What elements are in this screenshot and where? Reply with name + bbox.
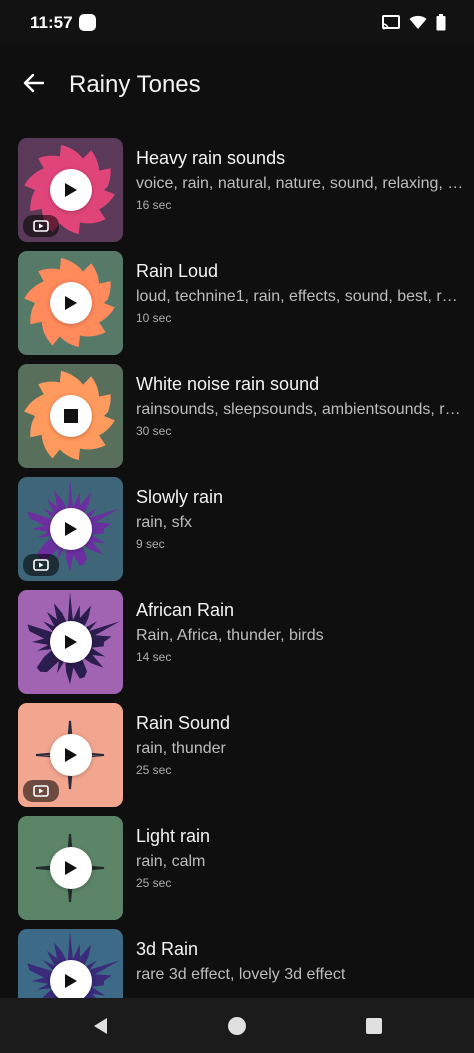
ringtone-tags: rain, sfx (136, 514, 193, 531)
triangle-back-icon (94, 1018, 107, 1034)
video-badge (23, 780, 59, 802)
stop-icon (64, 409, 78, 423)
ringtone-duration: 16 sec (136, 198, 172, 212)
play-button[interactable] (50, 169, 92, 211)
ringtone-duration: 9 sec (136, 537, 165, 551)
ringtone-tags: rain, calm (136, 853, 206, 870)
play-icon (65, 748, 77, 762)
play-icon (65, 522, 77, 536)
status-icons (382, 14, 446, 31)
ringtone-tags: rain, thunder (136, 740, 226, 757)
play-button[interactable] (50, 847, 92, 889)
ringtone-title: Rain Loud (136, 261, 219, 281)
ringtone-thumbnail[interactable] (18, 364, 123, 468)
ringtone-item[interactable]: Slowly rain rain, sfx 9 sec (0, 463, 474, 581)
play-button[interactable] (50, 960, 92, 998)
play-icon (65, 635, 77, 649)
circle-home-icon (228, 1017, 246, 1035)
play-button[interactable] (50, 621, 92, 663)
status-time: 11:57 (30, 13, 73, 32)
navigation-bar (0, 998, 474, 1053)
status-bar: 11:57 (0, 0, 474, 46)
ringtone-text: 3d Rain rare 3d effect, lovely 3d effect (136, 939, 464, 989)
ringtone-item[interactable]: African Rain Rain, Africa, thunder, birds… (0, 576, 474, 694)
ringtone-duration: 10 sec (136, 311, 172, 325)
ringtone-item[interactable]: Light rain rain, calm 25 sec (0, 802, 474, 920)
ringtone-item[interactable]: Heavy rain sounds voice, rain, natural, n… (0, 124, 474, 242)
stop-button[interactable] (50, 395, 92, 437)
cast-icon (382, 15, 400, 30)
ringtone-title: Rain Sound (136, 713, 231, 733)
ringtone-title: 3d Rain (136, 939, 199, 959)
page-title: Rainy Tones (69, 71, 201, 98)
ringtone-item[interactable]: Rain Sound rain, thunder 25 sec (0, 689, 474, 807)
play-button[interactable] (50, 508, 92, 550)
ringtone-thumbnail[interactable] (18, 816, 123, 920)
ringtone-title: Slowly rain (136, 487, 224, 507)
ringtone-duration: 25 sec (136, 763, 172, 777)
ringtone-thumbnail[interactable] (18, 138, 123, 242)
ringtone-thumbnail[interactable] (18, 590, 123, 694)
ringtone-item[interactable]: White noise rain sound rainsounds, sleeps… (0, 350, 474, 468)
ringtone-tags: Rain, Africa, thunder, birds (136, 627, 324, 644)
video-badge (23, 215, 59, 237)
ringtone-duration: 25 sec (136, 876, 172, 890)
ringtone-item[interactable]: 3d Rain rare 3d effect, lovely 3d effect (0, 915, 474, 998)
ringtone-tags: rare 3d effect, lovely 3d effect (136, 966, 346, 983)
play-button[interactable] (50, 282, 92, 324)
ringtone-duration: 14 sec (136, 650, 172, 664)
ringtone-text: Slowly rain rain, sfx 9 sec (136, 487, 464, 551)
battery-icon (436, 14, 446, 31)
ringtone-thumbnail[interactable] (18, 477, 123, 581)
video-icon (33, 785, 49, 797)
ringtone-title: Light rain (136, 826, 211, 846)
ringtone-text: African Rain Rain, Africa, thunder, birds… (136, 600, 464, 664)
back-button[interactable] (16, 66, 50, 100)
ringtone-title: African Rain (136, 600, 235, 620)
arrow-back-icon (23, 73, 44, 93)
nav-recents-button[interactable] (361, 1013, 387, 1039)
play-button[interactable] (50, 734, 92, 776)
play-icon (65, 183, 77, 197)
nav-back-button[interactable] (87, 1013, 113, 1039)
ringtone-text: Light rain rain, calm 25 sec (136, 826, 464, 890)
ringtone-text: Heavy rain sounds voice, rain, natural, n… (136, 148, 464, 212)
play-icon (65, 861, 77, 875)
ringtone-tags: rainsounds, sleepsounds, ambientsounds, … (136, 401, 464, 418)
video-badge (23, 554, 59, 576)
notification-app-icon (79, 14, 96, 31)
video-icon (33, 220, 49, 232)
ringtone-thumbnail[interactable] (18, 929, 123, 998)
ringtone-thumbnail[interactable] (18, 703, 123, 807)
app-bar: Rainy Tones (0, 46, 474, 124)
nav-home-button[interactable] (224, 1013, 250, 1039)
ringtone-duration: 30 sec (136, 424, 172, 438)
ringtone-tags: voice, rain, natural, nature, sound, rel… (136, 175, 464, 192)
play-icon (65, 296, 77, 310)
ringtone-text: White noise rain sound rainsounds, sleeps… (136, 374, 464, 438)
ringtone-title: Heavy rain sounds (136, 148, 286, 168)
ringtone-thumbnail[interactable] (18, 251, 123, 355)
video-icon (33, 559, 49, 571)
ringtone-text: Rain Loud loud, technine1, rain, effects,… (136, 261, 464, 325)
ringtone-text: Rain Sound rain, thunder 25 sec (136, 713, 464, 777)
wifi-icon (409, 15, 427, 29)
ringtone-title: White noise rain sound (136, 374, 320, 394)
square-recents-icon (366, 1018, 382, 1034)
ringtone-tags: loud, technine1, rain, effects, sound, b… (136, 288, 464, 305)
play-icon (65, 974, 77, 988)
ringtone-item[interactable]: Rain Loud loud, technine1, rain, effects,… (0, 237, 474, 355)
ringtone-list[interactable]: Heavy rain sounds voice, rain, natural, n… (0, 124, 474, 998)
